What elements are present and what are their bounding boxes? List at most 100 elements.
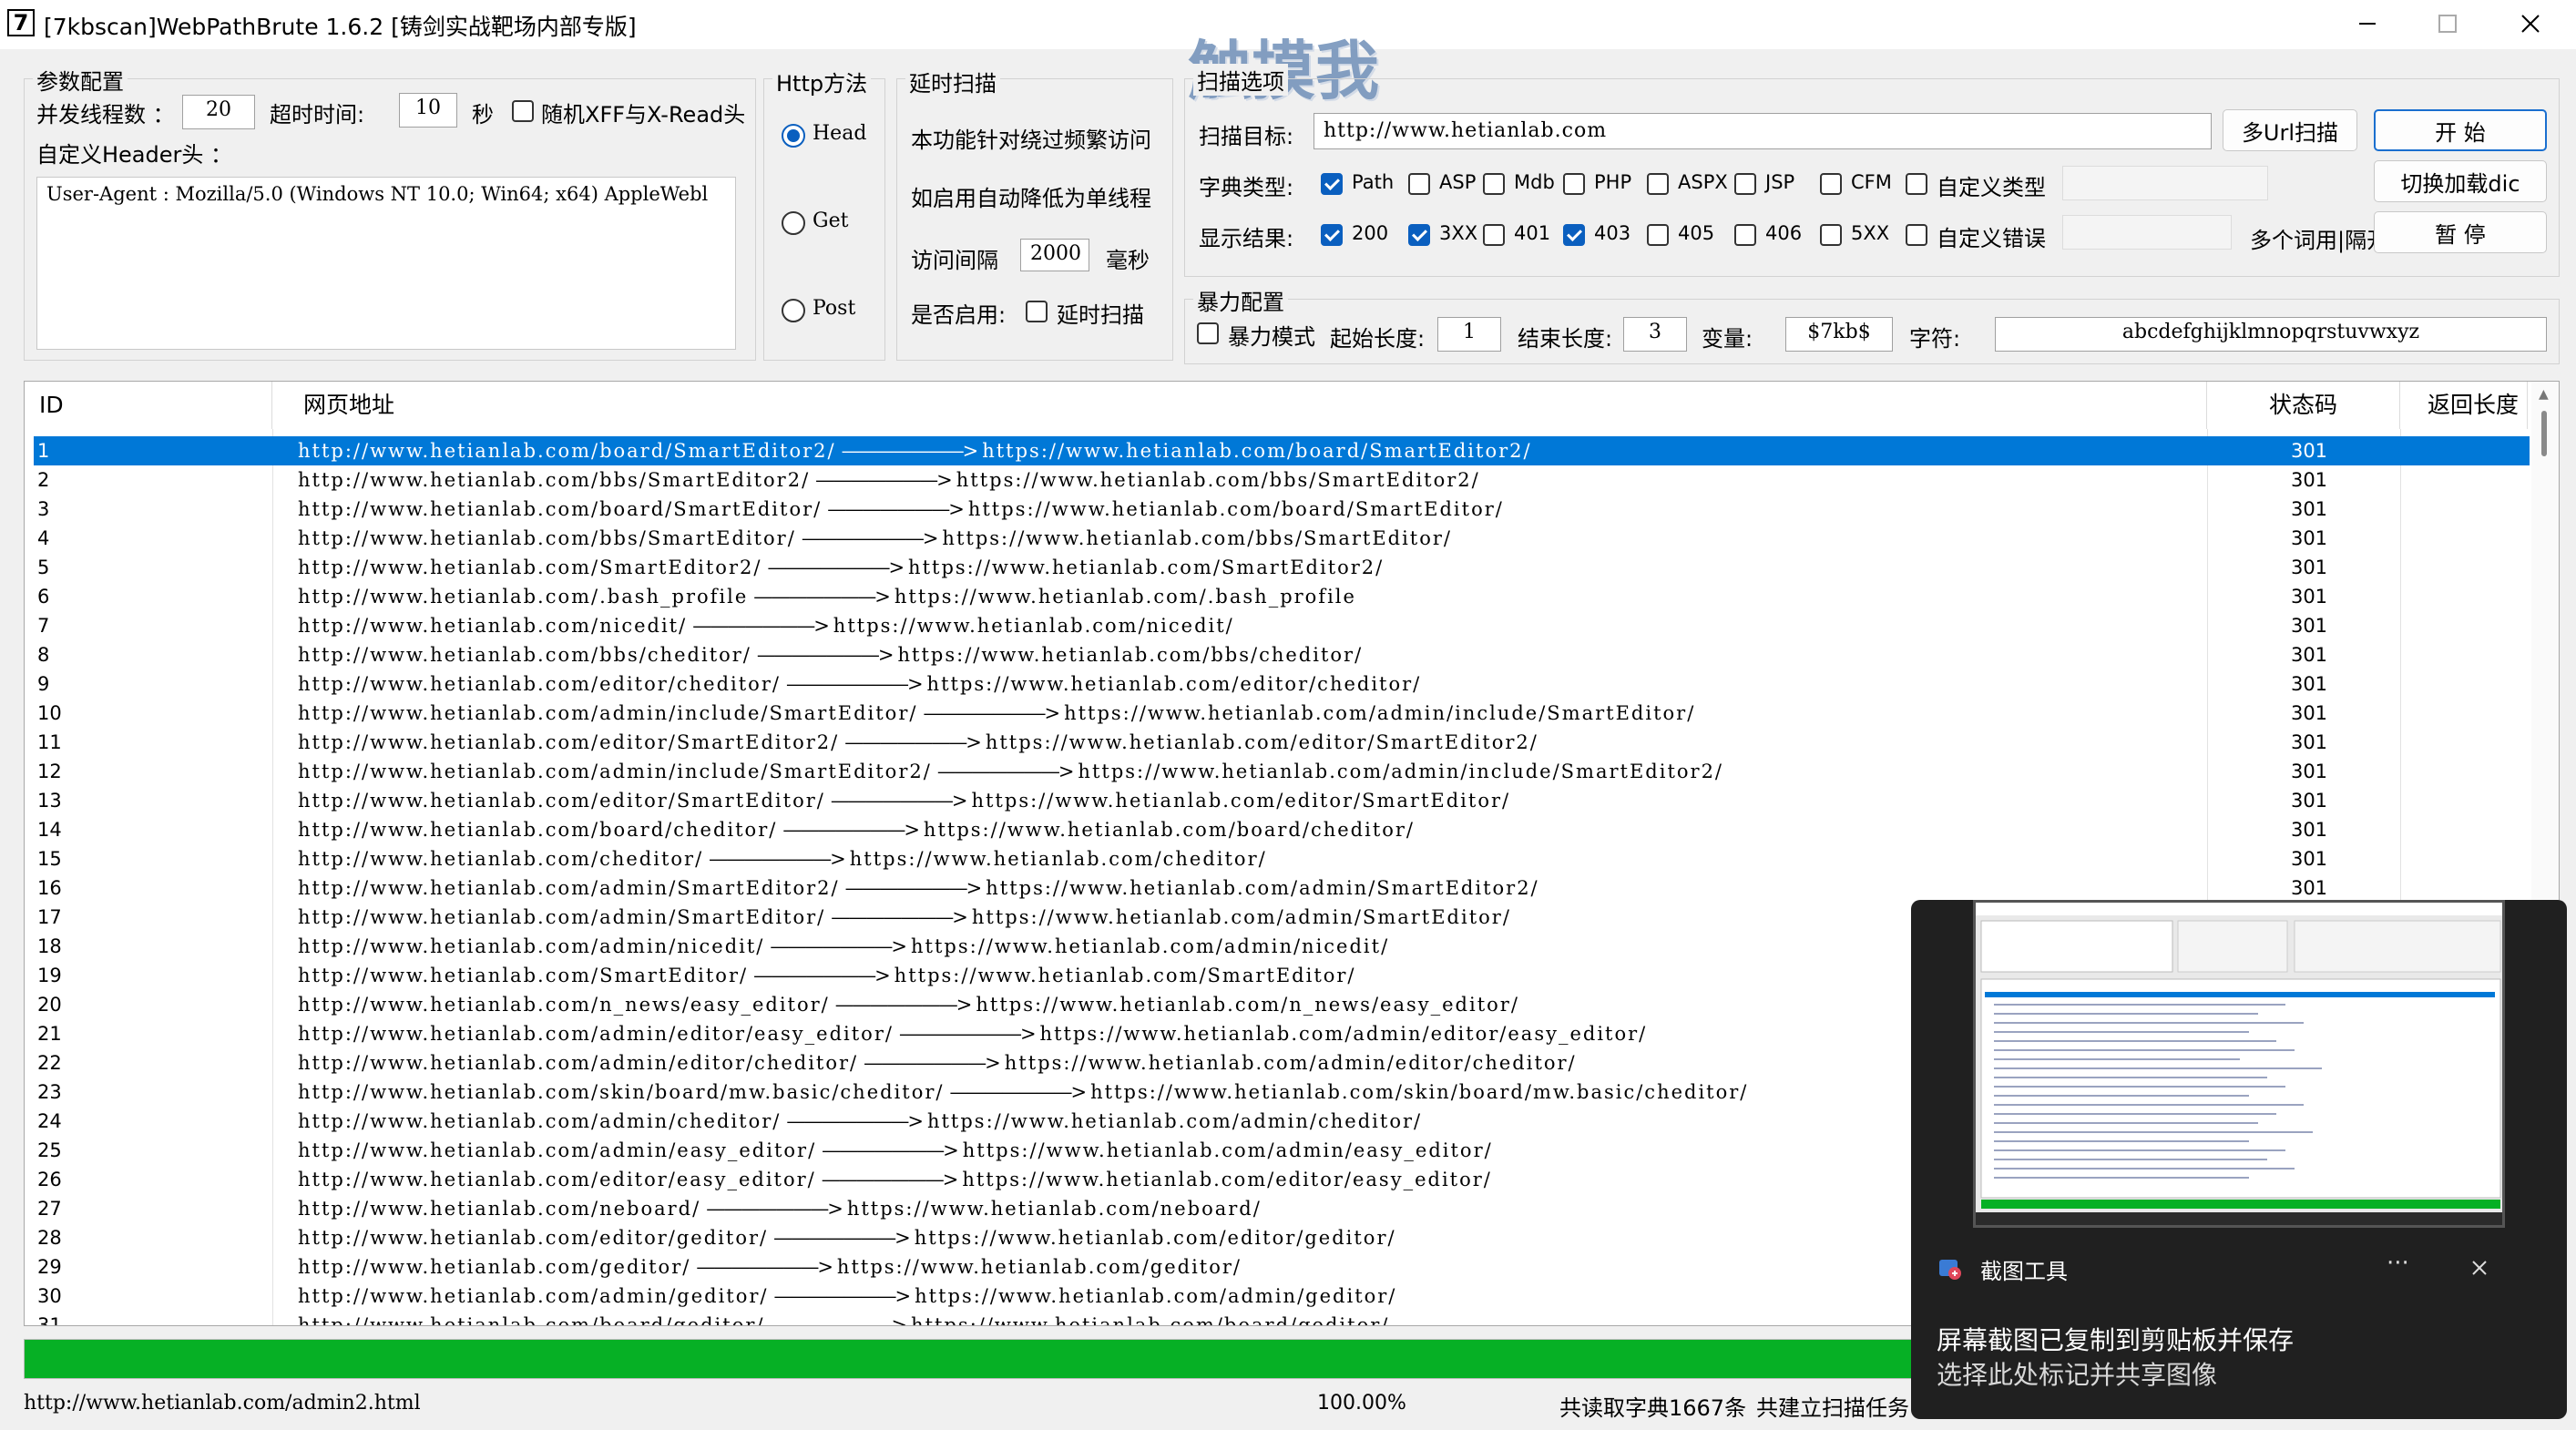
http-method-label: Http方法 — [772, 66, 872, 97]
result-type-label: 405 — [1678, 222, 1715, 244]
cell-url-source: http://www.hetianlab.com/.bash_profile — [298, 586, 749, 608]
multi-url-button[interactable]: 多Url扫描 — [2223, 109, 2357, 151]
threads-input[interactable]: 20 — [182, 95, 255, 129]
table-row[interactable]: 4 http://www.hetianlab.com/bbs/SmartEdito… — [34, 524, 2530, 553]
dict-type-checkbox[interactable] — [1820, 173, 1842, 195]
enable-label: 是否启用: — [911, 302, 1007, 328]
cell-id: 4 — [37, 527, 50, 549]
dict-type-checkbox[interactable] — [1906, 173, 1927, 195]
scroll-up-icon[interactable]: ▲ — [2539, 387, 2549, 402]
scan-options-label: 扫描选项 — [1193, 64, 1288, 96]
radio-post[interactable] — [782, 299, 805, 322]
result-type-checkbox[interactable] — [1408, 224, 1430, 246]
screenshot-thumbnail[interactable] — [1973, 900, 2505, 1228]
switch-dict-button[interactable]: 切换加载dic — [2374, 160, 2547, 202]
result-type-checkbox[interactable] — [1563, 224, 1585, 246]
snipping-tool-notification[interactable]: 截图工具 ··· 屏幕截图已复制到剪贴板并保存 选择此处标记并共享图像 — [1911, 900, 2567, 1419]
start-len-input[interactable]: 1 — [1437, 317, 1501, 352]
table-row[interactable]: 11 http://www.hetianlab.com/editor/SmartE… — [34, 728, 2530, 757]
dict-type-checkbox[interactable] — [1563, 173, 1585, 195]
cell-url-source: http://www.hetianlab.com/editor/SmartEdi… — [298, 790, 825, 812]
cell-url: http://www.hetianlab.com/board/SmartEdit… — [298, 495, 2211, 524]
table-row[interactable]: 2 http://www.hetianlab.com/bbs/SmartEdito… — [34, 465, 2530, 495]
dict-type-checkbox[interactable] — [1647, 173, 1669, 195]
table-row[interactable]: 5 http://www.hetianlab.com/SmartEditor2/—… — [34, 553, 2530, 582]
table-row[interactable]: 9 http://www.hetianlab.com/editor/chedito… — [34, 669, 2530, 699]
cell-url-target: https://www.hetianlab.com/board/SmartEdi… — [967, 498, 1504, 520]
redirect-arrow: ———————> — [753, 586, 891, 608]
table-row[interactable]: 8 http://www.hetianlab.com/bbs/cheditor/—… — [34, 640, 2530, 669]
header-input[interactable]: User-Agent : Mozilla/5.0 (Windows NT 10.… — [36, 177, 736, 350]
cell-length — [2404, 669, 2530, 699]
table-row[interactable]: 14 http://www.hetianlab.com/board/chedito… — [34, 815, 2530, 844]
result-type-checkbox[interactable] — [1647, 224, 1669, 246]
dict-type-checkbox[interactable] — [1408, 173, 1430, 195]
pause-button[interactable]: 暂 停 — [2374, 211, 2547, 253]
brute-mode-checkbox[interactable] — [1197, 322, 1219, 344]
redirect-arrow: ———————> — [785, 673, 924, 695]
interval-input[interactable]: 2000 — [1020, 239, 1089, 271]
cell-status: 301 — [2290, 702, 2328, 724]
redirect-arrow: ———————> — [898, 1023, 1037, 1045]
col-header-id[interactable]: ID — [25, 382, 272, 429]
cell-status: 301 — [2290, 469, 2328, 491]
scrollbar-thumb[interactable] — [2541, 411, 2547, 456]
result-type-checkbox[interactable] — [1483, 224, 1505, 246]
cell-url-source: http://www.hetianlab.com/SmartEditor2/ — [298, 557, 762, 578]
result-type-checkbox[interactable] — [1734, 224, 1756, 246]
dict-type-checkbox[interactable] — [1734, 173, 1756, 195]
redirect-arrow: ———————> — [767, 557, 905, 578]
cell-url-target: https://www.hetianlab.com/n_news/easy_ed… — [976, 994, 1519, 1016]
col-header-status[interactable]: 状态码 — [2207, 382, 2400, 429]
cell-status: 301 — [2290, 761, 2328, 782]
more-icon[interactable]: ··· — [2387, 1250, 2409, 1277]
timeout-label: 超时时间: — [270, 102, 365, 128]
cell-url-source: http://www.hetianlab.com/admin/easy_edit… — [298, 1139, 817, 1161]
brute-group-label: 暴力配置 — [1193, 284, 1288, 316]
dict-type-checkbox[interactable] — [1321, 173, 1343, 195]
table-row[interactable]: 13 http://www.hetianlab.com/editor/SmartE… — [34, 786, 2530, 815]
table-row[interactable]: 15 http://www.hetianlab.com/cheditor/————… — [34, 844, 2530, 873]
table-row[interactable]: 3 http://www.hetianlab.com/board/SmartEdi… — [34, 495, 2530, 524]
result-type-checkbox[interactable] — [1321, 224, 1343, 246]
custom-error-input[interactable] — [2062, 215, 2232, 250]
maximize-icon[interactable] — [2430, 7, 2463, 40]
radio-head[interactable] — [782, 124, 805, 148]
result-type-checkbox[interactable] — [1906, 224, 1927, 246]
toast-close-icon[interactable] — [2467, 1255, 2492, 1281]
table-row[interactable]: 6 http://www.hetianlab.com/.bash_profile —… — [34, 582, 2530, 611]
cell-length — [2404, 495, 2530, 524]
table-row[interactable]: 1 http://www.hetianlab.com/board/SmartEdi… — [34, 436, 2530, 465]
end-len-input[interactable]: 3 — [1623, 317, 1687, 352]
cell-url-source: http://www.hetianlab.com/editor/easy_edi… — [298, 1169, 816, 1190]
cell-status: 301 — [2290, 586, 2328, 608]
table-row[interactable]: 7 http://www.hetianlab.com/nicedit/——————… — [34, 611, 2530, 640]
start-button[interactable]: 开 始 — [2374, 109, 2547, 151]
table-row[interactable]: 12 http://www.hetianlab.com/admin/include… — [34, 757, 2530, 786]
cell-id: 6 — [37, 586, 50, 608]
table-row[interactable]: 16 http://www.hetianlab.com/admin/SmartEd… — [34, 873, 2530, 903]
col-header-url[interactable]: 网页地址 — [272, 382, 2207, 429]
target-input[interactable]: http://www.hetianlab.com — [1314, 113, 2212, 149]
cell-id: 5 — [37, 557, 50, 578]
cell-url-target: https://www.hetianlab.com/bbs/SmartEdito… — [956, 469, 1480, 491]
close-icon[interactable] — [2514, 7, 2547, 40]
table-row[interactable]: 10 http://www.hetianlab.com/admin/include… — [34, 699, 2530, 728]
result-type-checkbox[interactable] — [1820, 224, 1842, 246]
dict-type-checkbox[interactable] — [1483, 173, 1505, 195]
cell-url-source: http://www.hetianlab.com/admin/editor/ea… — [298, 1023, 894, 1045]
delay-checkbox[interactable] — [1026, 301, 1048, 322]
chars-input[interactable]: abcdefghijklmnopqrstuvwxyz — [1995, 317, 2547, 352]
cell-length — [2404, 728, 2530, 757]
redirect-arrow: ———————> — [786, 1110, 924, 1132]
col-header-length[interactable]: 返回长度 — [2400, 382, 2528, 429]
timeout-input[interactable]: 10 — [399, 93, 457, 128]
custom-type-input[interactable] — [2062, 166, 2268, 200]
xff-checkbox[interactable] — [512, 100, 534, 122]
minimize-icon[interactable] — [2350, 7, 2383, 40]
cell-id: 16 — [37, 877, 62, 899]
var-input[interactable]: $7kb$ — [1785, 317, 1893, 352]
cell-id: 28 — [37, 1227, 62, 1249]
radio-get[interactable] — [782, 211, 805, 235]
cell-length — [2404, 640, 2530, 669]
